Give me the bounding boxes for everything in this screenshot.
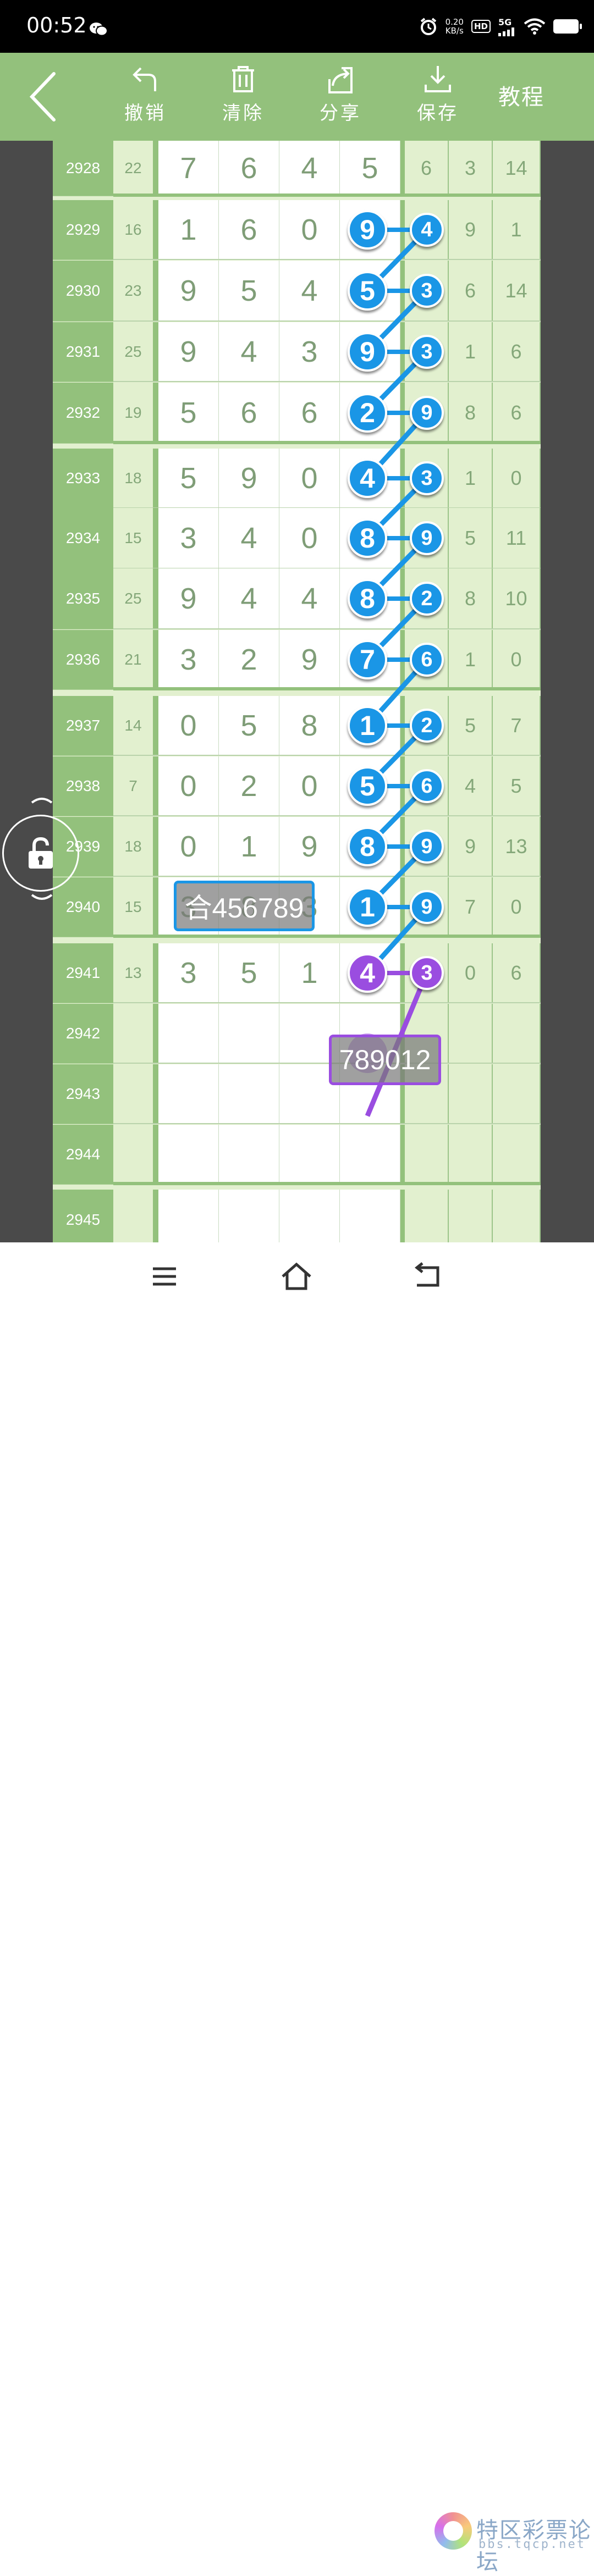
signal-bars-icon xyxy=(498,27,514,36)
circled-number-side[interactable]: 3 xyxy=(410,956,444,990)
home-icon[interactable] xyxy=(277,1260,316,1293)
circled-number-main[interactable]: 7 xyxy=(348,640,387,679)
toolbar: 撤销 清除 分享 保存 教程 xyxy=(0,53,594,141)
circled-number-main[interactable]: 5 xyxy=(348,271,387,311)
circled-number-side[interactable]: 9 xyxy=(410,521,444,555)
status-icons: 0.20 KB/s HD 5G xyxy=(419,12,582,41)
save-button[interactable]: 保存 xyxy=(402,64,474,135)
undo-icon xyxy=(133,67,156,91)
tutorial-button[interactable]: 教程 xyxy=(498,79,544,111)
unlock-icon xyxy=(29,837,53,869)
circled-number-main[interactable]: 4 xyxy=(348,953,387,993)
circled-number-side[interactable]: 3 xyxy=(410,335,444,369)
status-time: 00:52 xyxy=(26,13,87,37)
circled-number-main[interactable]: 1 xyxy=(348,887,387,927)
circled-number-side[interactable]: 9 xyxy=(410,890,444,924)
wifi-icon xyxy=(524,18,546,35)
watermark: 特区彩票论坛 bbs.tqcp.net xyxy=(435,2512,594,2575)
back-nav-icon[interactable] xyxy=(409,1260,448,1293)
watermark-logo xyxy=(435,2512,472,2550)
circled-number-main[interactable]: 9 xyxy=(348,210,387,250)
circled-number-side[interactable]: 2 xyxy=(410,582,444,616)
circled-number-main[interactable]: 8 xyxy=(348,518,387,558)
purple-tag[interactable]: 789012 xyxy=(329,1035,441,1085)
chevron-up-icon xyxy=(31,798,53,804)
circled-number-side[interactable]: 3 xyxy=(410,461,444,495)
circled-number-side[interactable]: 3 xyxy=(410,274,444,308)
battery-icon xyxy=(553,19,582,34)
circled-number-side[interactable]: 9 xyxy=(410,396,444,430)
circled-number-side[interactable]: 6 xyxy=(410,643,444,677)
share-button[interactable]: 分享 xyxy=(305,64,376,135)
circled-number-main[interactable]: 4 xyxy=(348,458,387,498)
circled-number-main[interactable]: 2 xyxy=(348,393,387,433)
signal-5g: 5G xyxy=(498,17,516,36)
status-bar: 00:52 0.20 KB/s HD 5G xyxy=(0,0,594,53)
chart-content[interactable]: 2928 22 7 6 4 5 6 3 14 2929 16 1 6 0 9 1 2930 23 9 5 4 6 14 293… xyxy=(0,141,594,1242)
blue-tag[interactable]: 合456789 xyxy=(174,881,315,931)
network-speed-unit: KB/s xyxy=(445,26,464,36)
hd-badge: HD xyxy=(471,20,491,33)
save-label: 保存 xyxy=(417,102,459,124)
circled-number-main[interactable]: 5 xyxy=(348,766,387,806)
chevron-down-icon xyxy=(31,894,53,900)
unlock-button[interactable] xyxy=(2,815,79,892)
clear-button[interactable]: 清除 xyxy=(207,64,279,135)
back-icon[interactable] xyxy=(22,69,66,124)
clear-label: 清除 xyxy=(222,102,264,124)
network-speed: 0.20 KB/s xyxy=(446,18,464,35)
lock-control[interactable] xyxy=(2,794,79,904)
network-type: 5G xyxy=(498,16,512,27)
circled-number-side[interactable]: 9 xyxy=(410,830,444,864)
download-icon xyxy=(425,66,451,92)
circled-number-main[interactable]: 1 xyxy=(348,706,387,745)
circled-number-side[interactable]: 2 xyxy=(410,709,444,743)
undo-label: 撤销 xyxy=(124,102,166,124)
navigation-bar: 特区彩票论坛 bbs.tqcp.net xyxy=(0,1242,594,2575)
circled-number-side[interactable]: 6 xyxy=(410,769,444,803)
alarm-icon xyxy=(420,18,436,35)
network-speed-value: 0.20 xyxy=(445,17,464,27)
circled-number-main[interactable]: 9 xyxy=(348,332,387,372)
share-icon xyxy=(328,67,353,93)
wechat-icon xyxy=(90,23,108,36)
trash-icon xyxy=(232,66,254,92)
connector-lines xyxy=(365,228,430,1117)
watermark-subtitle: bbs.tqcp.net xyxy=(479,2538,586,2551)
circled-number-main[interactable]: 8 xyxy=(348,579,387,618)
undo-button[interactable]: 撤销 xyxy=(109,64,181,135)
share-label: 分享 xyxy=(320,102,361,124)
circled-number-side[interactable]: 4 xyxy=(410,213,444,247)
circled-number-main[interactable]: 8 xyxy=(348,827,387,866)
menu-icon[interactable] xyxy=(145,1260,184,1293)
